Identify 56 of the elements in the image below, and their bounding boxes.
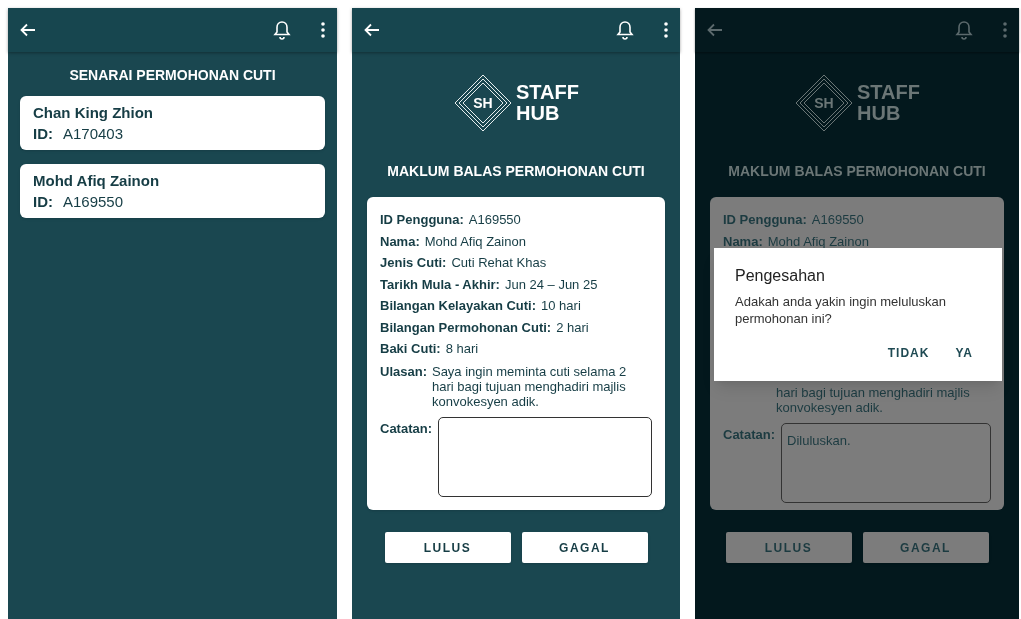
field-value: 8 hari: [445, 340, 479, 358]
dialog-title: Pengesahan: [735, 266, 826, 286]
field-label: Nama:: [380, 232, 420, 251]
request-card[interactable]: Chan King Zhion ID: A170403: [20, 96, 325, 150]
field-value: A169550: [468, 211, 521, 229]
logo-wordmark: HUB: [516, 103, 561, 124]
field-value: Cuti Rehat Khas: [451, 254, 547, 272]
staff-name: Chan King Zhion: [33, 103, 154, 123]
remark-text: konvokesyen adik.: [776, 400, 884, 415]
remark-text: hari bagi tujuan menghadiri majlis: [431, 378, 627, 394]
field-label: Bilangan Permohonan Cuti:: [380, 318, 552, 337]
action-button[interactable]: LULUS: [384, 532, 511, 563]
field-label: ID Pengguna:: [723, 211, 807, 229]
notification-bell-icon[interactable]: [273, 20, 291, 40]
screen-title: MAKLUM BALAS PERMOHONAN CUTI: [727, 162, 987, 181]
staff-id: A169550: [63, 192, 124, 212]
screen-title: MAKLUM BALAS PERMOHONAN CUTI: [386, 162, 646, 181]
action-button[interactable]: GAGAL: [521, 532, 648, 563]
field-value: Jun 24 – Jun 25: [504, 275, 598, 294]
field-label: Ulasan:: [380, 363, 427, 381]
notes-field[interactable]: [438, 416, 652, 497]
field-label: Tarikh Mula - Akhir:: [380, 275, 500, 294]
field-label: Bilangan Kelayakan Cuti:: [380, 297, 537, 315]
diamond-logo-icon: [453, 73, 513, 133]
field-label: ID Pengguna:: [380, 211, 464, 229]
field-value: Mohd Afiq Zainon: [424, 232, 526, 251]
remark-text: hari bagi tujuan menghadiri majlis: [776, 385, 970, 400]
notification-bell-icon[interactable]: [616, 20, 634, 40]
logo-wordmark: STAFF: [516, 82, 579, 103]
remark-text: Saya ingin meminta cuti selama 2: [431, 363, 627, 379]
field-value: Mohd Afiq Zainon: [767, 232, 869, 251]
logo-initials: SH: [473, 93, 493, 113]
field-label: Catatan:: [723, 426, 775, 444]
field-label: Catatan:: [380, 419, 432, 438]
request-card[interactable]: Mohd Afiq Zainon ID: A169550: [20, 164, 325, 218]
dialog-button[interactable]: TIDAK: [887, 344, 930, 362]
id-label: ID:: [33, 192, 53, 212]
remark-text: konvokesyen adik.: [431, 393, 539, 409]
more-options-icon[interactable]: [321, 22, 325, 38]
dialog-message: Adakah anda yakin ingin meluluskan permohonan ini?: [735, 293, 948, 327]
screen-title: SENARAI PERMOHONAN CUTI: [68, 66, 277, 85]
field-value: A169550: [811, 211, 864, 229]
more-options-icon[interactable]: [664, 22, 668, 38]
id-label: ID:: [33, 124, 53, 144]
field-label: Jenis Cuti:: [380, 254, 447, 272]
field-value: 10 hari: [541, 297, 581, 315]
staff-id: A170403: [63, 124, 124, 144]
dialog-button[interactable]: YA: [955, 344, 973, 362]
logo-wordmark: HUB: [857, 103, 902, 124]
diamond-logo-icon: [794, 73, 854, 133]
field-value: 2 hari: [556, 318, 589, 337]
logo-wordmark: STAFF: [857, 82, 920, 103]
staff-name: Mohd Afiq Zainon: [33, 171, 161, 191]
field-label: Baki Cuti:: [380, 340, 441, 358]
field-label: Nama:: [723, 232, 763, 251]
logo-initials: SH: [814, 93, 834, 113]
